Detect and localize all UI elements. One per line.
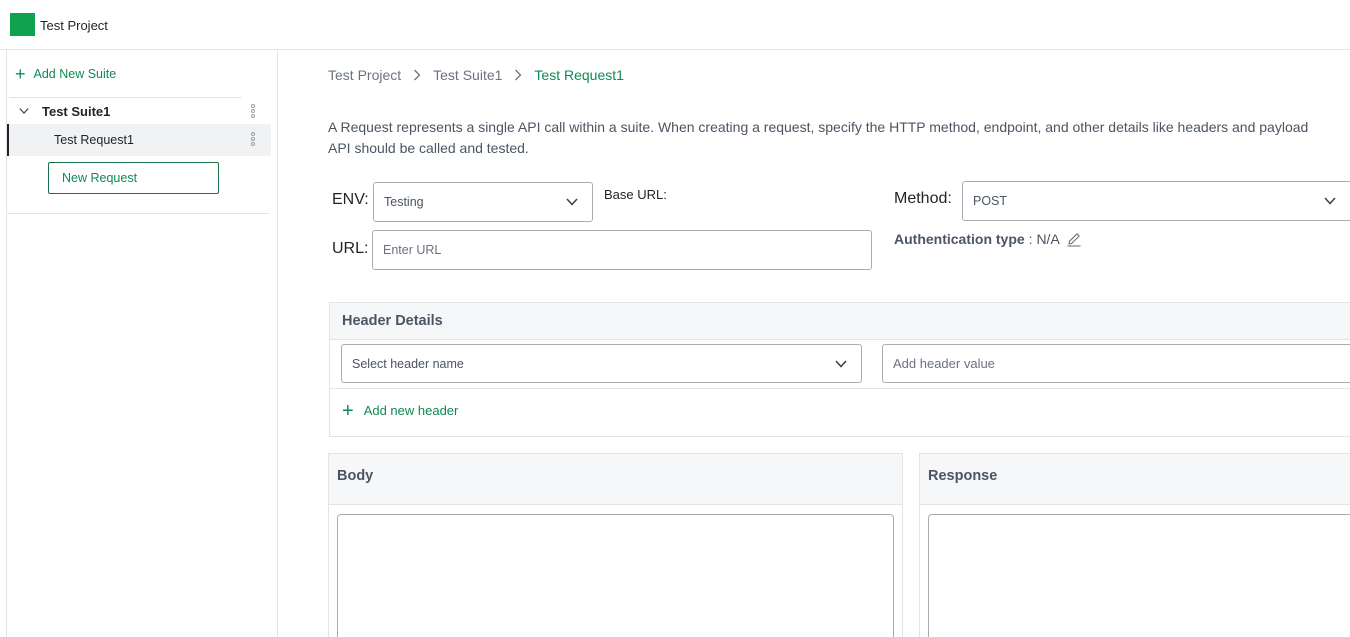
auth-value: : N/A — [1028, 231, 1060, 247]
plus-icon: + — [15, 64, 26, 84]
request-name: Test Request1 — [54, 133, 134, 147]
response-head: Response — [920, 454, 1350, 505]
method-label: Method: — [894, 190, 952, 207]
body-head: Body — [329, 454, 902, 505]
response-viewer[interactable] — [928, 514, 1350, 637]
breadcrumb-project[interactable]: Test Project — [328, 67, 401, 83]
sidebar-suite-item[interactable]: Test Suite1 — [7, 100, 271, 122]
request-description: A Request represents a single API call w… — [328, 117, 1350, 159]
add-new-suite-label: Add New Suite — [33, 67, 117, 81]
response-title: Response — [928, 468, 998, 484]
app-logo — [10, 13, 35, 36]
add-new-header-button[interactable]: + Add new header — [342, 399, 459, 422]
chevron-right-icon — [502, 68, 534, 82]
method-value: POST — [973, 194, 1008, 208]
base-url-label: Base URL: — [604, 187, 667, 202]
add-new-header-label: Add new header — [363, 403, 459, 418]
env-label: ENV: — [332, 191, 369, 208]
sidebar-request-item[interactable]: Test Request1 — [7, 124, 271, 156]
body-title: Body — [337, 468, 374, 484]
sidebar: + Add New Suite Test Suite1 Test Request… — [6, 50, 278, 637]
header-name-select[interactable]: Select header name — [341, 344, 862, 383]
divider — [9, 97, 242, 98]
body-panel: Body — [328, 453, 903, 637]
breadcrumb: Test Project Test Suite1 Test Request1 — [328, 67, 624, 83]
header-details-title: Header Details — [342, 313, 443, 329]
breadcrumb-suite[interactable]: Test Suite1 — [433, 67, 502, 83]
auth-label: Authentication type — [894, 231, 1025, 247]
authentication-type: Authentication type : N/A — [894, 231, 1082, 247]
url-input[interactable] — [372, 230, 872, 270]
header-details-head: Header Details — [330, 303, 1350, 340]
plus-icon: + — [342, 399, 354, 422]
description-line-1: A Request represents a single API call w… — [328, 119, 1309, 135]
divider — [330, 388, 1350, 389]
top-bar: Test Project — [0, 0, 1350, 50]
chevron-down-icon[interactable] — [19, 106, 29, 116]
suite-menu-icon[interactable] — [250, 104, 256, 118]
request-menu-icon[interactable] — [250, 132, 256, 146]
chevron-down-icon — [566, 198, 578, 206]
chevron-down-icon — [1324, 197, 1336, 205]
breadcrumb-request: Test Request1 — [534, 67, 624, 83]
method-select[interactable]: POST — [962, 181, 1350, 221]
project-title: Test Project — [40, 18, 108, 33]
response-panel: Response — [919, 453, 1350, 637]
header-details-panel: Header Details Select header name + Add … — [329, 302, 1350, 437]
header-value-input[interactable] — [882, 344, 1350, 383]
body-editor[interactable] — [337, 514, 894, 637]
chevron-right-icon — [401, 68, 433, 82]
env-select[interactable]: Testing — [373, 182, 593, 222]
header-name-placeholder: Select header name — [352, 356, 464, 371]
description-line-2: API should be called and tested. — [328, 140, 529, 156]
chevron-down-icon — [835, 359, 847, 368]
add-new-suite-button[interactable]: + Add New Suite — [15, 64, 117, 84]
url-label: URL: — [332, 240, 369, 257]
suite-name: Test Suite1 — [42, 104, 111, 119]
pencil-icon[interactable] — [1066, 231, 1082, 247]
divider — [7, 213, 269, 214]
env-value: Testing — [384, 195, 424, 209]
new-request-button[interactable]: New Request — [48, 162, 219, 194]
